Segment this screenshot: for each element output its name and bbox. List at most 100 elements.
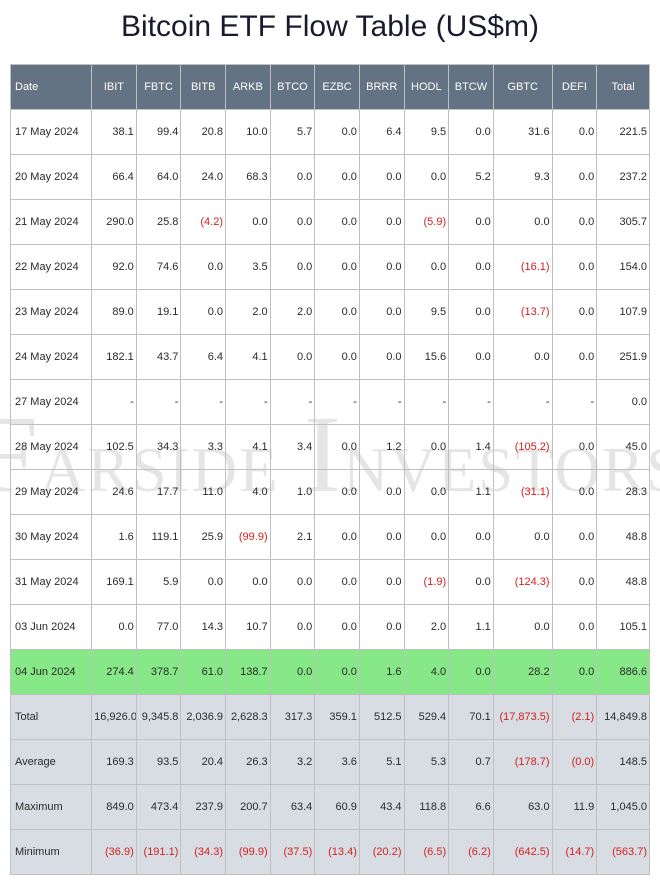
summary-cell: 2,036.9 (181, 695, 226, 740)
col-header-hodl: HODL (404, 65, 449, 110)
summary-cell: (17,873.5) (493, 695, 552, 740)
value-cell: 0.0 (359, 605, 404, 650)
value-cell: - (181, 380, 226, 425)
value-cell: 0.0 (315, 515, 360, 560)
value-cell: 0.0 (493, 605, 552, 650)
value-cell: 77.0 (136, 605, 181, 650)
summary-label: Average (11, 740, 92, 785)
value-cell: 28.2 (493, 650, 552, 695)
col-header-btcw: BTCW (449, 65, 494, 110)
value-cell: 4.0 (404, 650, 449, 695)
value-cell: 0.0 (270, 650, 315, 695)
date-cell: 31 May 2024 (11, 560, 92, 605)
summary-cell: (36.9) (92, 830, 137, 875)
value-cell: 31.6 (493, 110, 552, 155)
summary-cell: (13.4) (315, 830, 360, 875)
date-cell: 22 May 2024 (11, 245, 92, 290)
value-cell: 0.0 (92, 605, 137, 650)
value-cell: (99.9) (226, 515, 271, 560)
col-header-gbtc: GBTC (493, 65, 552, 110)
value-cell: 25.8 (136, 200, 181, 245)
summary-cell: 60.9 (315, 785, 360, 830)
table-row: 27 May 2024-----------0.0 (11, 380, 650, 425)
value-cell: 1.1 (449, 605, 494, 650)
value-cell: 1.4 (449, 425, 494, 470)
value-cell: - (552, 380, 597, 425)
date-cell: 04 Jun 2024 (11, 650, 92, 695)
value-cell: 0.0 (315, 650, 360, 695)
value-cell: 64.0 (136, 155, 181, 200)
value-cell: (31.1) (493, 470, 552, 515)
value-cell: 4.1 (226, 425, 271, 470)
table-row: 24 May 2024182.143.76.44.10.00.00.015.60… (11, 335, 650, 380)
value-cell: 6.4 (181, 335, 226, 380)
value-cell: 0.0 (315, 425, 360, 470)
value-cell: 0.0 (270, 245, 315, 290)
value-cell: 48.8 (597, 515, 650, 560)
value-cell: 0.0 (270, 200, 315, 245)
value-cell: 5.9 (136, 560, 181, 605)
summary-cell: 359.1 (315, 695, 360, 740)
value-cell: 138.7 (226, 650, 271, 695)
value-cell: 0.0 (449, 560, 494, 605)
col-header-bitb: BITB (181, 65, 226, 110)
value-cell: 0.0 (597, 380, 650, 425)
col-header-fbtc: FBTC (136, 65, 181, 110)
value-cell: 24.6 (92, 470, 137, 515)
value-cell: 0.0 (552, 605, 597, 650)
value-cell: 0.0 (359, 560, 404, 605)
summary-cell: (37.5) (270, 830, 315, 875)
summary-row-maximum: Maximum849.0473.4237.9200.763.460.943.41… (11, 785, 650, 830)
value-cell: 1.1 (449, 470, 494, 515)
summary-cell: 70.1 (449, 695, 494, 740)
table-row: 04 Jun 2024274.4378.761.0138.70.00.01.64… (11, 650, 650, 695)
value-cell: 0.0 (552, 245, 597, 290)
value-cell: 0.0 (552, 155, 597, 200)
summary-cell: 63.0 (493, 785, 552, 830)
value-cell: 17.7 (136, 470, 181, 515)
summary-cell: 14,849.8 (597, 695, 650, 740)
value-cell: 0.0 (552, 110, 597, 155)
value-cell: 0.0 (552, 650, 597, 695)
col-header-ezbc: EZBC (315, 65, 360, 110)
value-cell: - (226, 380, 271, 425)
date-cell: 28 May 2024 (11, 425, 92, 470)
summary-cell: 6.6 (449, 785, 494, 830)
summary-cell: (642.5) (493, 830, 552, 875)
col-header-total: Total (597, 65, 650, 110)
summary-cell: 9,345.8 (136, 695, 181, 740)
value-cell: 0.0 (359, 290, 404, 335)
value-cell: 169.1 (92, 560, 137, 605)
value-cell: 1.0 (270, 470, 315, 515)
table-row: 22 May 202492.074.60.03.50.00.00.00.00.0… (11, 245, 650, 290)
value-cell: 61.0 (181, 650, 226, 695)
value-cell: - (270, 380, 315, 425)
value-cell: 0.0 (315, 605, 360, 650)
value-cell: 105.1 (597, 605, 650, 650)
value-cell: 0.0 (359, 245, 404, 290)
value-cell: 0.0 (359, 515, 404, 560)
summary-cell: 0.7 (449, 740, 494, 785)
value-cell: 5.2 (449, 155, 494, 200)
value-cell: (1.9) (404, 560, 449, 605)
date-cell: 29 May 2024 (11, 470, 92, 515)
summary-cell: 473.4 (136, 785, 181, 830)
summary-cell: (34.3) (181, 830, 226, 875)
summary-cell: (2.1) (552, 695, 597, 740)
page-title: Bitcoin ETF Flow Table (US$m) (0, 0, 660, 64)
value-cell: 0.0 (449, 650, 494, 695)
summary-cell: 118.8 (404, 785, 449, 830)
summary-cell: 317.3 (270, 695, 315, 740)
summary-cell: (99.9) (226, 830, 271, 875)
value-cell: 274.4 (92, 650, 137, 695)
date-cell: 23 May 2024 (11, 290, 92, 335)
value-cell: 38.1 (92, 110, 137, 155)
value-cell: 0.0 (404, 155, 449, 200)
summary-cell: 512.5 (359, 695, 404, 740)
summary-row-total: Total16,926.09,345.82,036.92,628.3317.33… (11, 695, 650, 740)
summary-cell: 63.4 (270, 785, 315, 830)
value-cell: 6.4 (359, 110, 404, 155)
value-cell: 89.0 (92, 290, 137, 335)
value-cell: 3.5 (226, 245, 271, 290)
table-row: 03 Jun 20240.077.014.310.70.00.00.02.01.… (11, 605, 650, 650)
